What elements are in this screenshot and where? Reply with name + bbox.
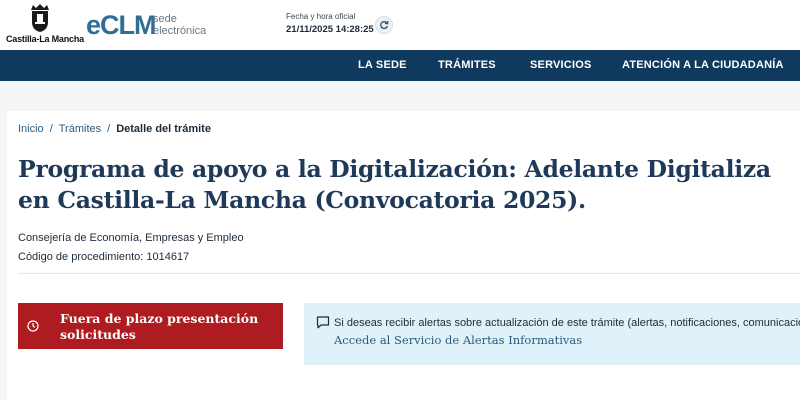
main-navigation: LA SEDE TRÁMITES SERVICIOS ATENCIÓN A LA…	[0, 50, 800, 81]
breadcrumb: Inicio / Trámites / Detalle del trámite	[18, 123, 211, 135]
breadcrumb-separator: /	[49, 123, 53, 135]
alerts-info-box: Si deseas recibir alertas sobre actualiz…	[304, 303, 800, 365]
status-text: Fuera de plazo presentación solicitudes	[60, 311, 259, 342]
eclm-logo-mark: eCLM	[86, 10, 156, 40]
nav-item-servicios[interactable]: SERVICIOS	[530, 50, 592, 81]
nav-item-la-sede[interactable]: LA SEDE	[358, 50, 407, 81]
nav-item-atencion-ciudadania[interactable]: ATENCIÓN A LA CIUDADANÍA	[622, 50, 784, 81]
jccm-logo-text: Castilla-La Mancha	[6, 34, 84, 44]
clock-icon	[27, 320, 39, 332]
breadcrumb-tramites[interactable]: Trámites	[59, 123, 101, 135]
refresh-icon[interactable]	[375, 16, 393, 34]
eclm-logo-subtitle: sede electrónica	[153, 13, 206, 37]
status-badge: Fuera de plazo presentación solicitudes	[18, 303, 283, 349]
eclm-sub-line-2: electrónica	[153, 25, 207, 37]
divider	[18, 273, 800, 274]
chat-icon	[316, 316, 330, 329]
department: Consejería de Economía, Empresas y Emple…	[18, 232, 244, 244]
breadcrumb-current: Detalle del trámite	[116, 123, 211, 135]
procedure-code: Código de procedimiento: 1014617	[18, 251, 190, 263]
site-header: Castilla-La Mancha eCLM sede electrónica…	[0, 0, 800, 50]
official-clock: Fecha y hora oficial 21/11/2025 14:28:25	[286, 12, 394, 38]
breadcrumb-home[interactable]: Inicio	[18, 123, 44, 135]
coat-of-arms-icon	[31, 4, 49, 32]
nav-item-tramites[interactable]: TRÁMITES	[438, 50, 496, 81]
clock-value: 21/11/2025 14:28:25	[286, 24, 374, 35]
eclm-sub-line-1: sede	[153, 13, 177, 25]
alerts-link[interactable]: Accede al Servicio de Alertas Informativ…	[334, 333, 582, 347]
alerts-text: Si deseas recibir alertas sobre actualiz…	[334, 317, 800, 329]
breadcrumb-separator: /	[107, 123, 111, 135]
page-title: Programa de apoyo a la Digitalización: A…	[18, 155, 771, 214]
clock-caption: Fecha y hora oficial	[286, 12, 356, 21]
jccm-logo[interactable]: Castilla-La Mancha	[6, 3, 84, 47]
